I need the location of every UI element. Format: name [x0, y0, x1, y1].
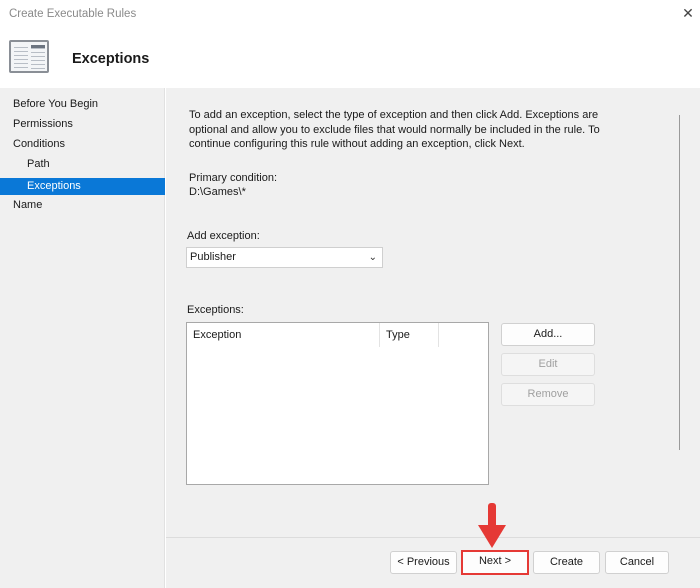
- description-line: To add an exception, select the type of …: [189, 109, 599, 121]
- description-line: continue configuring this rule without a…: [189, 138, 525, 150]
- sidebar-item-name[interactable]: Name: [0, 197, 165, 214]
- chevron-down-icon: ⌄: [368, 252, 377, 263]
- sidebar-item-exceptions[interactable]: Exceptions: [0, 178, 165, 195]
- sidebar-item-before-you-begin[interactable]: Before You Begin: [0, 96, 165, 113]
- previous-button[interactable]: < Previous: [390, 551, 457, 574]
- primary-condition-label: Primary condition:: [189, 172, 278, 184]
- window-title: Create Executable Rules: [9, 8, 137, 20]
- primary-condition-value: D:\Games\*: [189, 186, 246, 198]
- exceptions-label: Exceptions:: [187, 304, 244, 316]
- column-header-exception[interactable]: Exception: [187, 323, 380, 347]
- create-button[interactable]: Create: [533, 551, 600, 574]
- sidebar-item-conditions[interactable]: Conditions: [0, 136, 165, 153]
- page-title: Exceptions: [72, 51, 150, 67]
- add-exception-select[interactable]: Publisher ⌄: [186, 247, 383, 268]
- edit-button[interactable]: Edit: [501, 353, 595, 376]
- sidebar-item-path[interactable]: Path: [0, 156, 165, 173]
- selected-value: Publisher: [190, 251, 236, 263]
- next-button[interactable]: Next >: [461, 550, 529, 575]
- wizard-steps-sidebar: Before You Begin Permissions Conditions …: [0, 88, 165, 588]
- cancel-button[interactable]: Cancel: [605, 551, 669, 574]
- add-button[interactable]: Add...: [501, 323, 595, 346]
- close-icon[interactable]: ✕: [680, 5, 696, 21]
- description-line: optional and allow you to exclude files …: [189, 124, 600, 136]
- add-exception-label: Add exception:: [187, 230, 260, 242]
- red-arrow-annotation-icon: [478, 503, 506, 548]
- remove-button[interactable]: Remove: [501, 383, 595, 406]
- scrollbar[interactable]: [679, 115, 680, 450]
- wizard-page-icon: [9, 40, 49, 73]
- sidebar-item-permissions[interactable]: Permissions: [0, 116, 165, 133]
- divider: [166, 537, 700, 538]
- exceptions-list[interactable]: Exception Type: [186, 322, 489, 485]
- column-header-type[interactable]: Type: [380, 323, 439, 347]
